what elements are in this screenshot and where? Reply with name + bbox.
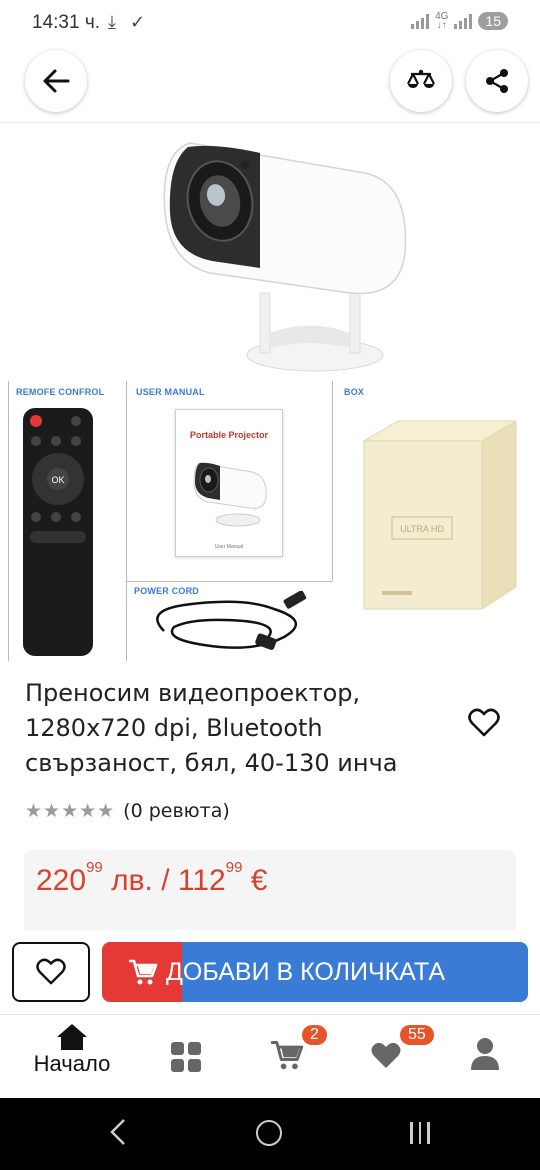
- review-count: (0 ревюта): [123, 800, 230, 822]
- divider: [126, 581, 332, 582]
- cart-icon: [128, 958, 158, 986]
- product-screen: 14:31 ч. ⤓ ✓ 4G ↓↑ 15 REMOFE CONFROL USE…: [0, 0, 540, 1170]
- heart-outline-icon[interactable]: [468, 708, 500, 738]
- signal-icon-2: [454, 13, 473, 29]
- nav-favorites[interactable]: 55: [370, 1025, 434, 1071]
- box-badge-text: ULTRA HD: [400, 524, 444, 534]
- divider: [332, 381, 333, 581]
- home-icon: [57, 1024, 87, 1050]
- manual-projector-illustration: [193, 462, 267, 527]
- system-back-icon[interactable]: [108, 1118, 128, 1146]
- bottom-navigation: Начало 2 55: [0, 1014, 540, 1098]
- download-icon: ⤓: [108, 12, 116, 33]
- add-to-wishlist-button[interactable]: [12, 942, 90, 1002]
- heart-icon: [36, 958, 66, 985]
- top-app-bar: [0, 48, 540, 120]
- status-indicators: 4G ↓↑ 15: [411, 11, 508, 31]
- star-rating-icons: ★★★★★: [25, 800, 116, 822]
- back-button[interactable]: [25, 50, 87, 112]
- arrow-left-icon: [43, 69, 70, 93]
- price: 22099 лв. / 11299 €: [36, 859, 268, 897]
- rating-row[interactable]: ★★★★★ (0 ревюта): [25, 800, 230, 822]
- nav-home-label: Начало: [33, 1051, 111, 1076]
- manual-footer: User Manual: [214, 544, 244, 550]
- user-manual-image: Portable Projector User Manual: [175, 409, 283, 557]
- nav-categories[interactable]: [170, 1041, 202, 1073]
- status-time: 14:31 ч.: [32, 12, 101, 33]
- nav-account[interactable]: [470, 1037, 500, 1071]
- share-button[interactable]: [466, 50, 528, 112]
- projector-image: [163, 142, 407, 372]
- manual-title: Portable Projector: [189, 430, 269, 440]
- grid-icon: [171, 1042, 201, 1072]
- nav-cart[interactable]: 2: [270, 1025, 327, 1071]
- system-navigation-bar: [0, 1098, 540, 1170]
- scale-icon: [407, 69, 435, 88]
- add-to-cart-button[interactable]: ДОБАВИ В КОЛИЧКАТА: [102, 942, 528, 1002]
- product-box-image: ULTRA HD: [362, 420, 518, 610]
- status-bar: 14:31 ч. ⤓ ✓ 4G ↓↑ 15: [0, 0, 540, 48]
- system-recents-icon[interactable]: [410, 1122, 430, 1144]
- box-label: BOX: [344, 387, 365, 397]
- add-to-cart-label: ДОБАВИ В КОЛИЧКАТА: [166, 957, 446, 986]
- divider: [126, 381, 127, 661]
- remote-label: REMOFE CONFROL: [16, 387, 105, 397]
- battery-indicator: 15: [478, 12, 508, 30]
- favorites-badge: 55: [400, 1025, 434, 1045]
- share-icon: [486, 69, 508, 93]
- manual-label: USER MANUAL: [136, 387, 205, 397]
- divider: [8, 381, 9, 661]
- signal-icon: [411, 13, 430, 29]
- price-card: 22099 лв. / 11299 €: [24, 850, 516, 940]
- user-icon: [471, 1038, 499, 1070]
- product-image-gallery[interactable]: REMOFE CONFROL USER MANUAL BOX POWER COR…: [0, 122, 540, 662]
- product-title: Преносим видеопроектор, 1280x720 dpi, Bl…: [25, 679, 398, 777]
- power-cord-image: [156, 591, 307, 650]
- heart-icon: [371, 1042, 401, 1068]
- network-type: 4G ↓↑: [435, 11, 449, 31]
- compare-button[interactable]: [390, 50, 452, 112]
- remote-control-image: OK: [23, 408, 93, 656]
- nav-home[interactable]: Начало: [20, 1023, 124, 1077]
- check-icon: ✓: [130, 12, 146, 33]
- system-home-icon[interactable]: [256, 1120, 282, 1146]
- action-bar: ДОБАВИ В КОЛИЧКАТА: [0, 930, 540, 1012]
- cart-badge: 2: [302, 1025, 327, 1045]
- cart-icon: [271, 1041, 304, 1070]
- svg-text:OK: OK: [51, 475, 64, 485]
